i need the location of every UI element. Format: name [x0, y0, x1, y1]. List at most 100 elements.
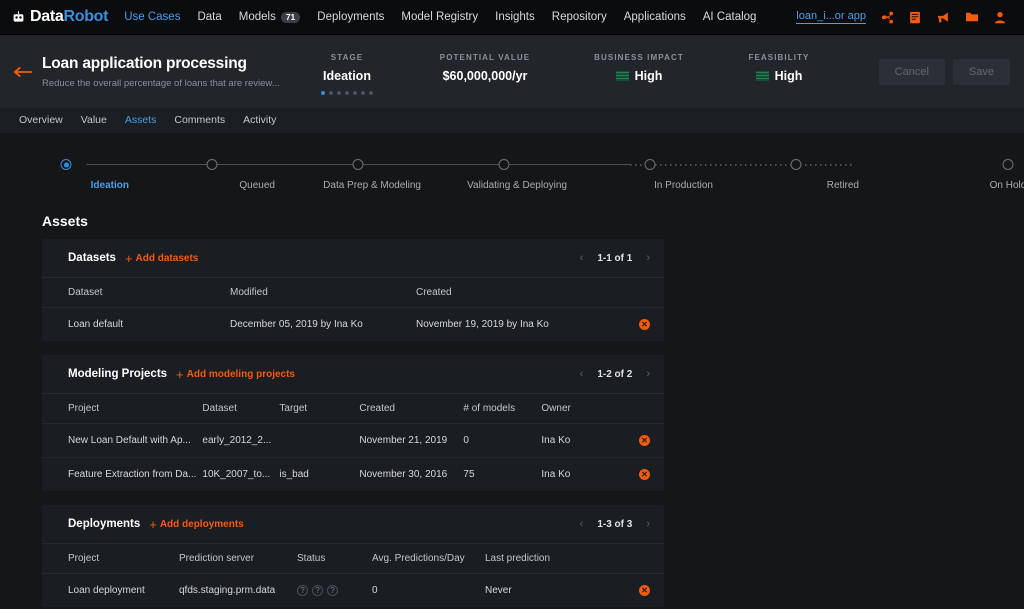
save-button[interactable]: Save	[952, 58, 1010, 85]
column-header: Modified	[230, 277, 416, 308]
metric-value: Ideation	[323, 68, 371, 83]
tab-overview[interactable]: Overview	[10, 108, 72, 133]
stepper-connector	[338, 164, 630, 165]
cell-dataset-name: Loan default	[68, 319, 124, 330]
step-label: Data Prep & Modeling	[323, 180, 421, 191]
tab-assets[interactable]: Assets	[116, 108, 166, 133]
chevron-left-icon[interactable]: ‹	[580, 368, 584, 380]
cancel-button[interactable]: Cancel	[878, 58, 945, 85]
use-case-header: Loan application processing Reduce the o…	[0, 35, 1024, 108]
metric-label: POTENTIAL VALUE	[439, 52, 531, 62]
step-dot-icon	[498, 159, 510, 170]
deployments-table: Project Prediction server Status Avg. Pr…	[42, 543, 664, 607]
datarobot-logo[interactable]: DataRobot	[12, 8, 109, 26]
step-dot-icon	[644, 159, 656, 170]
cell-owner: Ina Ko	[541, 423, 624, 458]
cell-owner: Ina Ko	[541, 469, 571, 480]
tab-value[interactable]: Value	[72, 108, 116, 133]
nav-item-models[interactable]: Models 71	[239, 11, 301, 23]
step-on-hold[interactable]: On Hold	[922, 159, 1024, 193]
nav-item-data[interactable]: Data	[197, 11, 221, 23]
column-header: # of models	[463, 393, 542, 424]
impact-bars-icon	[615, 70, 629, 81]
add-deployments-button[interactable]: + Add deployments	[149, 518, 244, 531]
column-header: Created	[416, 277, 624, 308]
column-header-actions	[624, 277, 664, 308]
add-datasets-button[interactable]: + Add datasets	[125, 252, 198, 265]
chevron-right-icon[interactable]: ›	[646, 368, 650, 380]
nav-item-deployments[interactable]: Deployments	[317, 11, 384, 23]
tab-activity[interactable]: Activity	[234, 108, 285, 133]
column-header: Project	[42, 393, 203, 424]
app-shortcut-link[interactable]: loan_i...or app	[796, 10, 866, 24]
models-count-badge: 71	[280, 11, 301, 23]
table-header-row: Dataset Modified Created	[42, 277, 664, 308]
tab-comments[interactable]: Comments	[165, 108, 234, 133]
status-indicator-group: ? ? ?	[297, 585, 366, 596]
cell-actions: ✕	[624, 574, 664, 608]
top-navigation-bar: DataRobot Use Cases Data Models 71 Deplo…	[0, 0, 1024, 35]
table-header-row: Project Dataset Target Created # of mode…	[42, 393, 664, 424]
add-label: Add modeling projects	[186, 368, 295, 380]
table-row[interactable]: Loan default December 05, 2019 by Ina Ko…	[42, 308, 664, 342]
nav-menu: Use Cases Data Models 71 Deployments Mod…	[124, 11, 756, 23]
stage-progress-dots	[288, 90, 406, 95]
pager: ‹ 1-1 of 1 ›	[580, 252, 650, 264]
metric-label: BUSINESS IMPACT	[594, 52, 684, 62]
metric-business-impact: BUSINESS IMPACT High	[564, 53, 714, 83]
metric-potential-value: POTENTIAL VALUE $60,000,000/yr	[406, 53, 564, 83]
card-title: Modeling Projects	[68, 368, 168, 380]
nav-item-use-cases[interactable]: Use Cases	[124, 11, 180, 23]
nav-item-applications[interactable]: Applications	[624, 11, 686, 23]
chevron-left-icon[interactable]: ‹	[580, 252, 584, 264]
nav-item-repository[interactable]: Repository	[552, 11, 607, 23]
plus-icon: +	[176, 366, 184, 382]
delete-circle-icon[interactable]: ✕	[639, 435, 650, 446]
brand-text-robot: Robot	[63, 8, 109, 25]
nav-label: Deployments	[317, 11, 385, 23]
metric-stage: STAGE Ideation	[288, 53, 406, 95]
section-title-assets: Assets	[42, 213, 88, 229]
page-title: Loan application processing	[42, 54, 247, 72]
pager-count: 1-2 of 2	[597, 368, 633, 380]
user-icon[interactable]	[994, 11, 1006, 24]
column-header: Avg. Predictions/Day	[372, 543, 485, 574]
chevron-left-icon[interactable]: ‹	[580, 518, 584, 530]
delete-circle-icon[interactable]: ✕	[639, 585, 650, 596]
delete-circle-icon[interactable]: ✕	[639, 469, 650, 480]
share-icon[interactable]	[881, 11, 894, 24]
table-row[interactable]: Feature Extraction from Da... 10K_2007_t…	[42, 458, 664, 492]
nav-item-model-registry[interactable]: Model Registry	[401, 11, 478, 23]
metric-value: High	[774, 68, 803, 83]
table-header-row: Project Prediction server Status Avg. Pr…	[42, 543, 664, 574]
book-icon[interactable]	[909, 11, 921, 24]
delete-circle-icon[interactable]: ✕	[639, 319, 650, 330]
nav-right-group: loan_i...or app	[796, 10, 1012, 24]
cell-status: ? ? ?	[297, 574, 372, 608]
chevron-right-icon[interactable]: ›	[646, 518, 650, 530]
tab-bar: Overview Value Assets Comments Activity	[0, 108, 1024, 133]
add-modeling-projects-button[interactable]: + Add modeling projects	[176, 368, 295, 381]
status-unknown-icon: ?	[297, 585, 308, 596]
title-block: Loan application processing Reduce the o…	[38, 55, 288, 89]
nav-item-ai-catalog[interactable]: AI Catalog	[703, 11, 757, 23]
megaphone-icon[interactable]	[936, 11, 950, 24]
card-header: Deployments + Add deployments ‹ 1-3 of 3…	[42, 505, 664, 543]
pager-count: 1-1 of 1	[597, 252, 633, 264]
column-header: Target	[279, 393, 360, 424]
table-row[interactable]: Loan deployment qfds.staging.prm.data ? …	[42, 574, 664, 608]
cell-modified: December 05, 2019 by Ina Ko	[230, 319, 363, 330]
cell-actions: ✕	[624, 458, 664, 492]
chevron-right-icon[interactable]: ›	[646, 252, 650, 264]
step-label: On Hold	[989, 180, 1024, 191]
cell-project: Feature Extraction from Da...	[68, 469, 197, 480]
folder-icon[interactable]	[965, 11, 979, 23]
table-row[interactable]: New Loan Default with Ap... early_2012_2…	[42, 423, 664, 458]
nav-label: Insights	[495, 11, 535, 23]
step-dot-icon	[352, 159, 364, 170]
nav-label: Use Cases	[124, 11, 181, 23]
back-arrow-icon[interactable]	[8, 65, 38, 79]
asset-cards: Datasets + Add datasets ‹ 1-1 of 1 › Dat…	[0, 239, 1024, 607]
add-label: Add datasets	[135, 252, 199, 264]
nav-item-insights[interactable]: Insights	[495, 11, 535, 23]
